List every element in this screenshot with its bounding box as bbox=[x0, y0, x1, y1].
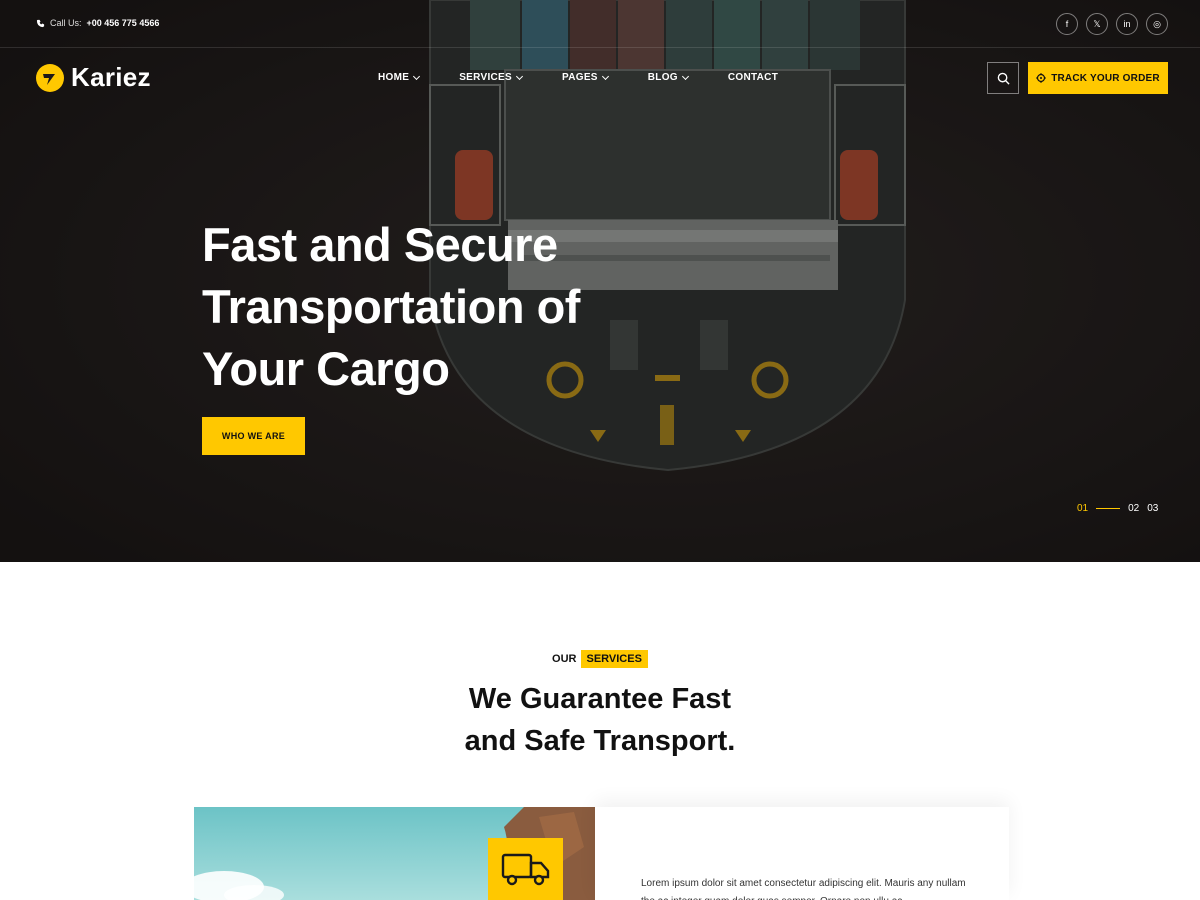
hero-section: Call Us: +00 456 775 4566 f 𝕏 in ◎ Karie… bbox=[0, 0, 1200, 562]
chevron-down-icon bbox=[515, 72, 524, 80]
services-title: We Guarantee Fast and Safe Transport. bbox=[0, 678, 1200, 762]
nav-item-services[interactable]: SERVICES bbox=[459, 72, 524, 83]
x-icon[interactable]: 𝕏 bbox=[1086, 13, 1108, 35]
service-card-description: Lorem ipsum dolor sit amet consectetur a… bbox=[641, 878, 966, 900]
hero-title-line: Transportation of bbox=[202, 280, 580, 333]
nav-label: HOME bbox=[378, 72, 410, 83]
slide-dot-02[interactable]: 02 bbox=[1128, 503, 1139, 514]
phone-contact[interactable]: Call Us: +00 456 775 4566 bbox=[36, 18, 159, 28]
who-we-are-button[interactable]: WHO WE ARE bbox=[202, 417, 305, 455]
phone-icon bbox=[36, 19, 45, 27]
brand-name: Kariez bbox=[71, 62, 151, 92]
chevron-down-icon bbox=[413, 72, 421, 80]
truck-icon-box bbox=[488, 838, 563, 900]
slide-dot-03[interactable]: 03 bbox=[1147, 503, 1158, 514]
linkedin-icon[interactable]: in bbox=[1116, 13, 1138, 35]
slide-dot-01[interactable]: 01 bbox=[1077, 503, 1088, 514]
slide-pager: 01 02 03 bbox=[1077, 503, 1158, 514]
brand-logo[interactable]: Kariez bbox=[35, 62, 151, 93]
tag-prefix: OUR bbox=[552, 653, 577, 665]
truck-icon bbox=[501, 853, 549, 886]
hero-title-line: Fast and Secure bbox=[202, 218, 558, 271]
nav-label: PAGES bbox=[562, 72, 598, 83]
chevron-down-icon bbox=[601, 72, 609, 80]
nav-item-home[interactable]: HOME bbox=[378, 72, 421, 83]
hero-title-line: Your Cargo bbox=[202, 342, 450, 395]
top-bar: Call Us: +00 456 775 4566 f 𝕏 in ◎ bbox=[0, 0, 1200, 48]
target-icon bbox=[1036, 73, 1047, 83]
tag-highlight: SERVICES bbox=[580, 650, 648, 668]
social-links: f 𝕏 in ◎ bbox=[1056, 13, 1168, 35]
main-nav: HOME SERVICES PAGES BLOG CONTACT bbox=[378, 72, 778, 83]
kariez-logo-icon bbox=[36, 63, 64, 92]
chevron-down-icon bbox=[681, 72, 689, 80]
facebook-icon[interactable]: f bbox=[1056, 13, 1078, 35]
services-title-line: and Safe Transport. bbox=[464, 725, 736, 757]
nav-item-pages[interactable]: PAGES bbox=[562, 72, 609, 83]
search-icon bbox=[997, 72, 1010, 85]
instagram-icon[interactable]: ◎ bbox=[1146, 13, 1168, 35]
track-order-button[interactable]: TRACK YOUR ORDER bbox=[1028, 62, 1168, 94]
services-tagline: OUR SERVICES bbox=[0, 650, 1200, 668]
hero-title: Fast and Secure Transportation of Your C… bbox=[202, 214, 662, 400]
phone-number: +00 456 775 4566 bbox=[86, 18, 160, 28]
track-order-label: TRACK YOUR ORDER bbox=[1051, 72, 1160, 84]
service-card-text: Lorem ipsum dolor sit amet consectetur a… bbox=[595, 807, 1009, 900]
nav-item-blog[interactable]: BLOG bbox=[647, 72, 689, 83]
slide-indicator-line bbox=[1096, 507, 1121, 510]
nav-label: CONTACT bbox=[727, 72, 779, 83]
search-button[interactable] bbox=[987, 62, 1019, 94]
nav-label: SERVICES bbox=[459, 72, 512, 83]
nav-item-contact[interactable]: CONTACT bbox=[728, 72, 778, 83]
nav-label: BLOG bbox=[647, 72, 678, 83]
services-title-line: We Guarantee Fast bbox=[468, 683, 732, 715]
phone-label: Call Us: bbox=[50, 18, 82, 28]
